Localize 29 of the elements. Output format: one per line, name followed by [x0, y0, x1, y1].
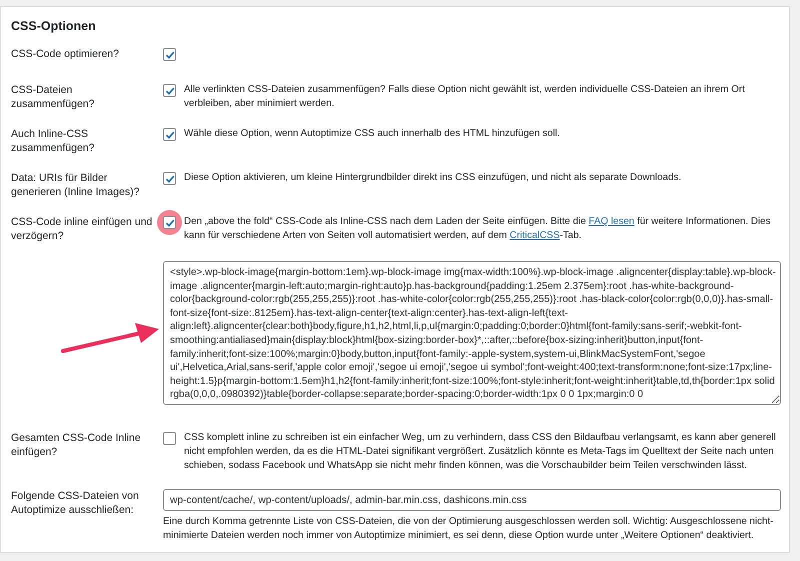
- option-label: CSS-Dateien zusammenfügen?: [11, 83, 96, 111]
- option-description: Den „above the fold“ CSS-Code als Inline-CSS nach dem Laden der Seite einfügen. Bitte die FAQ lesen für weitere Informationen. Dies kann für verschiedene Arten von Seiten voll automatisiert werden, auf dem CriticalCSS-Tab.: [184, 215, 772, 243]
- checkbox[interactable]: [163, 84, 176, 97]
- inline-link[interactable]: CriticalCSS: [510, 230, 560, 241]
- check-icon: [164, 130, 174, 140]
- option-label: Auch Inline-CSS zusammenfügen?: [11, 127, 96, 155]
- option-description: Eine durch Komma getrennte Liste von CSS-Dateien, die von der Optimierung ausgeschlossen werden soll. Wichtig: Ausgeschlossene nicht-minimierte Dateien werden noch immer von Autoptimize minimiert, es sei denn, diese Option wurde unter „Weitere Optionen“ deaktiviert.: [163, 515, 774, 543]
- checkbox[interactable]: [163, 172, 176, 185]
- inline-link[interactable]: FAQ lesen: [588, 216, 634, 227]
- check-icon: [164, 174, 174, 184]
- option-description: Wähle diese Option, wenn Autoptimize CSS auch innerhalb des HTML hinzufügen soll.: [184, 127, 560, 141]
- checkbox[interactable]: [163, 216, 176, 229]
- checkbox[interactable]: [163, 128, 176, 141]
- code-textarea[interactable]: <style>.wp-block-image{margin-bottom:1em}.wp-block-image img{max-width:100%}.wp-block-image .aligncenter{display:table}.wp-block-image .aligncenter{margin-left:auto;margin-right:auto}p.has-background{padding:1.25em 2.375em}:root .has-white-background-color{background-color:rgb(255,255,255)}:root .has-white-color{color:rgb(255,255,255)}:root .has-black-color{color:rgb(0,0,0)}.has-small-font-size{font-size:.8125em}.has-text-align-center{text-align:center}.has-text-align-left{text-align:left}.aligncenter{clear:both}body,figure,h1,h2,html,li,p,ul{margin:0;padding:0;border:0}html{font-family:sans-serif;-webkit-font-smoothing:antialiased}main{display:block}html{box-sizing:border-box}*,::after,::before{box-sizing:inherit}button,input{font-family:inherit;font-size:100%;margin:0}body,button,input{font-family:-apple-system,system-ui,BlinkMacSystemFont,'segoe ui',Helvetica,Arial,sans-serif,'apple color emoji','segoe ui emoji','segoe ui symbol';font-weight:400;text-transform:none;font-size:17px;line-height:1.5}p{margin-bottom:1.5em}h1,h2{font-family:inherit;font-size:100%;font-style:inherit;font-weight:inherit}table,td,th{border:1px solid rgba(0,0,0,.0980392)}table{border-collapse:separate;border-spacing:0;border-width:1px 0 0 1px;margin:0 0: [163, 261, 781, 405]
- section-title: CSS-Optionen: [11, 19, 97, 33]
- check-icon: [164, 86, 174, 96]
- option-description: Diese Option aktivieren, um kleine Hintergrundbilder direkt ins CSS einzufügen, und nicht als separate Downloads.: [184, 171, 682, 185]
- exclude-files-field[interactable]: wp-content/cache/, wp-content/uploads/, admin-bar.min.css, dashicons.min.css: [163, 489, 781, 511]
- option-description: CSS komplett inline zu schreiben ist ein einfacher Weg, um zu verhindern, dass CSS den Bildaufbau verlangsamt, es kann aber generell nicht empfohlen werden, da es die HTML-Datei signifikant vergrößert. Zusätzlich könnte es Meta-Tags im Quelltext der Seite nach unten schieben, sodass Facebook und WhatsApp sie nicht mehr finden können, was die Vorschaubilder beim Teilen verschwinden lässt.: [184, 431, 777, 473]
- check-icon: [164, 218, 174, 228]
- option-label: Data: URIs für Bilder generieren (Inline Images)?: [11, 171, 140, 199]
- option-label: Folgende CSS-Dateien von Autoptimize ausschließen:: [11, 489, 140, 517]
- checkbox[interactable]: [163, 432, 176, 445]
- option-label: CSS-Code inline einfügen und verzögern?: [11, 215, 154, 243]
- option-label: CSS-Code optimieren?: [11, 47, 120, 61]
- check-icon: [164, 50, 174, 60]
- option-description: Alle verlinkten CSS-Dateien zusammenfügen? Falls diese Option nicht gewählt ist, werden individuelle CSS-Dateien an ihrem Ort verbleiben, aber minimiert werden.: [184, 83, 746, 111]
- checkbox[interactable]: [163, 48, 176, 61]
- option-label: Gesamten CSS-Code Inline einfügen?: [11, 431, 142, 459]
